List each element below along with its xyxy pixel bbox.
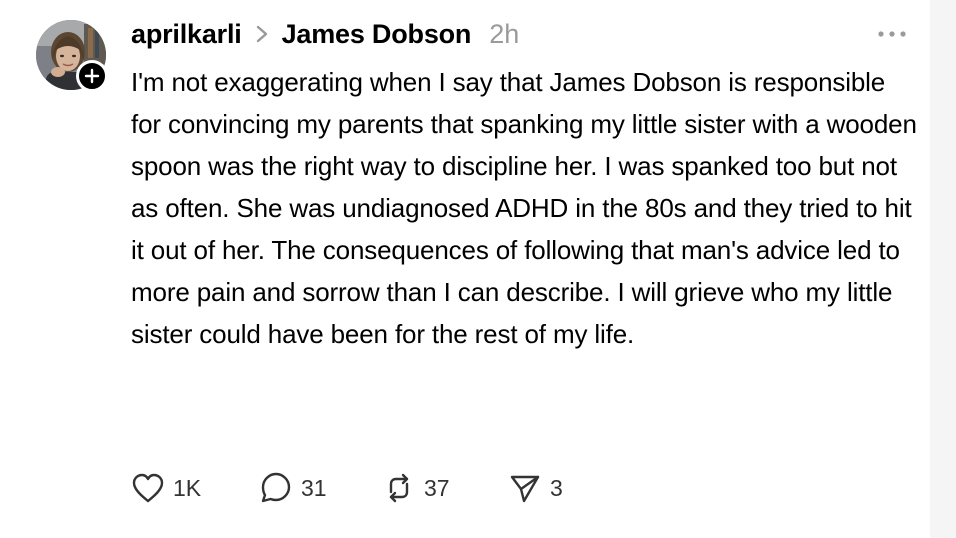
more-horizontal-icon [878,31,906,37]
comment-button[interactable]: 31 [259,471,382,505]
plus-icon [84,68,100,84]
post-actions: 1K 31 37 3 [131,469,588,507]
repost-icon [389,473,409,503]
paper-plane-icon [510,475,540,503]
repost-button[interactable]: 37 [382,472,508,504]
more-options-button[interactable] [872,22,912,46]
page-edge-strip [930,0,956,538]
username-link[interactable]: aprilkarli [131,19,242,50]
reply-to-user-link[interactable]: James Dobson [282,19,472,50]
repost-count: 37 [424,474,450,501]
share-count: 3 [550,474,563,501]
post-body: I'm not exaggerating when I say that Jam… [131,67,917,349]
comment-count: 31 [301,474,327,501]
share-button[interactable]: 3 [508,472,588,504]
post-timestamp: 2h [489,18,520,49]
chevron-right-icon [256,25,268,43]
like-button[interactable]: 1K [131,472,259,504]
speech-bubble-icon [261,472,291,503]
post-header: aprilkarli James Dobson 2h [131,14,519,54]
heart-icon [132,473,164,503]
like-count: 1K [173,474,202,501]
follow-button[interactable] [76,60,108,92]
